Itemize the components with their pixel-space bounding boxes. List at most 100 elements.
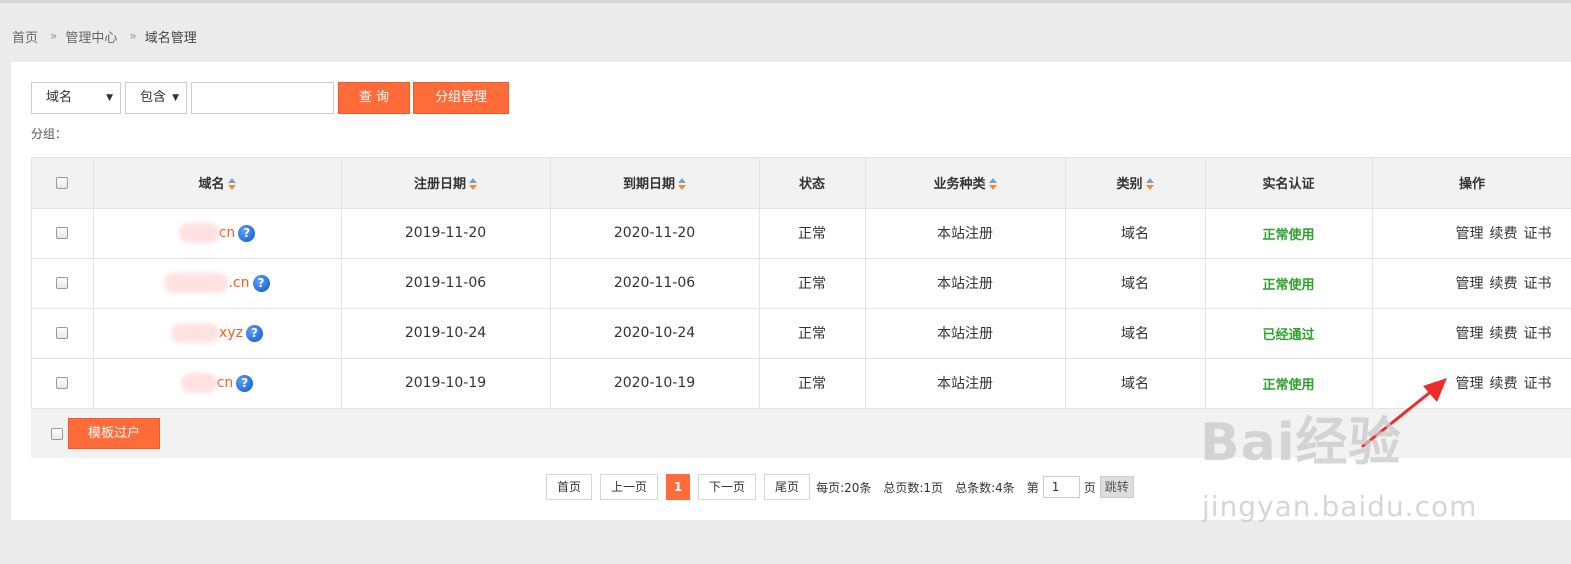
category: 域名 <box>1065 258 1206 308</box>
exp-date: 2020-10-19 <box>550 358 760 408</box>
th-domain[interactable]: 域名 <box>93 158 342 209</box>
domain-cell: cn? <box>93 208 342 258</box>
cert-link[interactable]: 证书 <box>1524 276 1552 292</box>
manage-link[interactable]: 管理 <box>1456 276 1484 292</box>
help-icon[interactable]: ? <box>238 224 256 242</box>
field-select-value: 域名 <box>46 90 73 105</box>
domain-link[interactable]: xyz <box>219 325 243 341</box>
select-all-checkbox[interactable] <box>56 176 69 189</box>
sort-icon[interactable] <box>469 177 477 190</box>
sort-icon[interactable] <box>1145 177 1154 190</box>
business-type: 本站注册 <box>865 308 1066 358</box>
group-label: 分组： <box>31 127 68 141</box>
status: 正常 <box>759 258 866 308</box>
page-prev-button[interactable]: 上一页 <box>600 474 659 500</box>
table-header-row: 域名 注册日期 到期日期 状态 业务种类 类别 实名认证 操作 <box>32 158 1571 209</box>
match-select[interactable]: 包含 ▼ <box>125 82 187 114</box>
renew-link[interactable]: 续费 <box>1490 376 1518 392</box>
domain-cell: cn? <box>93 358 342 408</box>
manage-link[interactable]: 管理 <box>1456 376 1484 392</box>
renew-link[interactable]: 续费 <box>1490 326 1518 342</box>
row-checkbox[interactable] <box>56 227 69 239</box>
th-business-label: 业务种类 <box>933 177 986 193</box>
exp-date: 2020-10-24 <box>550 308 760 358</box>
goto-suffix: 页 <box>1083 480 1096 495</box>
table-footer: 模板过户 <box>31 408 1571 458</box>
th-category[interactable]: 类别 <box>1065 158 1206 209</box>
goto-page-input[interactable]: 1 <box>1042 476 1080 498</box>
row-checkbox[interactable] <box>56 277 69 289</box>
manage-link[interactable]: 管理 <box>1456 326 1484 342</box>
sort-icon[interactable] <box>678 177 686 190</box>
th-exp-date-label: 到期日期 <box>622 177 675 193</box>
th-reg-date[interactable]: 注册日期 <box>341 158 551 209</box>
search-input[interactable] <box>191 82 334 114</box>
th-reg-date-label: 注册日期 <box>413 177 466 193</box>
page-current[interactable]: 1 <box>666 474 691 500</box>
page-next-button[interactable]: 下一页 <box>698 474 757 500</box>
sort-icon[interactable] <box>988 177 997 190</box>
sort-icon[interactable] <box>227 177 236 190</box>
ops-cell: 管理 续费 证书 <box>1372 208 1571 258</box>
th-business[interactable]: 业务种类 <box>865 158 1066 209</box>
query-button[interactable]: 查 询 <box>338 82 410 114</box>
realname-status-text: 正常使用 <box>1262 377 1315 393</box>
caret-down-icon: ▼ <box>106 93 113 103</box>
table-row: cn? 2019-10-19 2020-10-19 正常 本站注册 域名 正常使… <box>32 358 1571 408</box>
field-select[interactable]: 域名 ▼ <box>31 82 121 114</box>
cert-link[interactable]: 证书 <box>1524 226 1552 242</box>
main-panel: 域名 ▼ 包含 ▼ 查 询 分组管理 分组： 域名 注册日期 到期日期 状态 业… <box>11 62 1571 520</box>
manage-link[interactable]: 管理 <box>1456 226 1484 242</box>
breadcrumb-home[interactable]: 首页 <box>12 27 38 46</box>
help-icon[interactable]: ? <box>236 374 254 392</box>
table-row: cn? 2019-11-20 2020-11-20 正常 本站注册 域名 正常使… <box>32 208 1571 258</box>
page-last-button[interactable]: 尾页 <box>764 474 811 500</box>
row-select-cell <box>32 258 94 308</box>
th-category-label: 类别 <box>1116 177 1143 193</box>
select-all-cell <box>32 158 94 209</box>
row-checkbox[interactable] <box>56 327 69 339</box>
th-realname: 实名认证 <box>1205 158 1373 209</box>
redacted-domain <box>180 373 217 393</box>
domain-link[interactable]: cn <box>217 375 234 391</box>
th-exp-date[interactable]: 到期日期 <box>550 158 760 209</box>
help-icon[interactable]: ? <box>252 274 270 292</box>
cert-link[interactable]: 证书 <box>1524 376 1552 392</box>
per-page-text: 每页:20条 <box>816 480 872 495</box>
domain-cell: .cn? <box>93 258 342 308</box>
search-toolbar: 域名 ▼ 包含 ▼ 查 询 分组管理 <box>31 82 512 114</box>
domain-link[interactable]: .cn <box>228 275 249 291</box>
row-select-cell <box>32 208 94 258</box>
domain-link[interactable]: cn <box>219 225 236 241</box>
footer-select-checkbox[interactable] <box>51 428 63 440</box>
realname-status: 正常使用 <box>1205 358 1373 408</box>
status: 正常 <box>759 308 866 358</box>
row-select-cell <box>32 308 94 358</box>
redacted-domain <box>178 223 219 243</box>
top-border <box>0 0 1571 3</box>
category: 域名 <box>1065 358 1206 408</box>
renew-link[interactable]: 续费 <box>1490 276 1518 292</box>
realname-status-text: 正常使用 <box>1262 277 1315 293</box>
annotation-arrow-icon <box>1361 378 1447 448</box>
business-type: 本站注册 <box>865 258 1066 308</box>
pagination: 首页 上一页 1 下一页 尾页 每页:20条 总页数:1页 总条数:4条 第 1… <box>546 474 1134 500</box>
status: 正常 <box>759 358 866 408</box>
group-manage-button[interactable]: 分组管理 <box>413 82 509 114</box>
help-icon[interactable]: ? <box>245 324 263 342</box>
template-transfer-button[interactable]: 模板过户 <box>68 418 161 449</box>
goto-prefix: 第 <box>1026 480 1039 495</box>
ops-cell: 管理 续费 证书 <box>1372 258 1571 308</box>
row-select-cell <box>32 358 94 408</box>
breadcrumb-center[interactable]: 管理中心 <box>65 27 117 46</box>
realname-status-text: 正常使用 <box>1262 227 1315 243</box>
total-pages-text: 总页数:1页 <box>883 480 944 495</box>
breadcrumb-current: 域名管理 <box>144 30 197 46</box>
renew-link[interactable]: 续费 <box>1490 226 1518 242</box>
jump-button[interactable]: 跳转 <box>1099 476 1134 498</box>
caret-down-icon: ▼ <box>172 93 179 103</box>
exp-date: 2020-11-20 <box>550 208 760 258</box>
row-checkbox[interactable] <box>56 377 69 389</box>
cert-link[interactable]: 证书 <box>1524 326 1552 342</box>
page-first-button[interactable]: 首页 <box>546 474 593 500</box>
